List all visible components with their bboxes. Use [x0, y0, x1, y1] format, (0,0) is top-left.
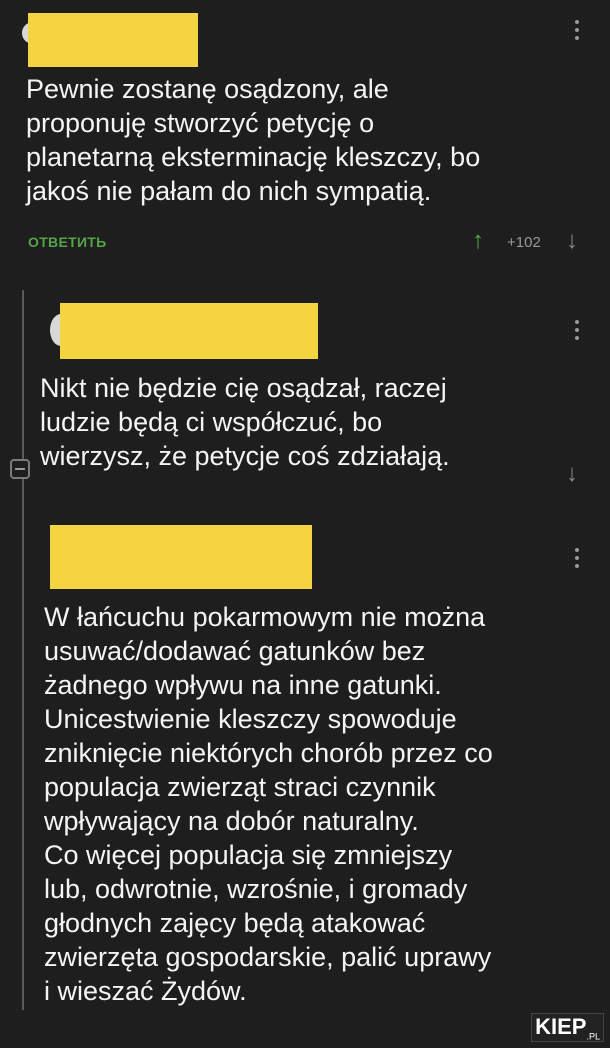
reply-button[interactable]: ОТВЕТИТЬ	[28, 234, 107, 250]
collapse-thread-icon[interactable]	[10, 459, 30, 479]
vote-score: +102	[507, 234, 541, 251]
comment-body: Nikt nie będzie cię osądzał, raczej ludz…	[40, 373, 450, 471]
more-options-icon[interactable]	[574, 20, 580, 44]
upvote-icon[interactable]: ↑	[472, 229, 484, 253]
username-redaction	[28, 13, 198, 67]
downvote-icon[interactable]: ↓	[566, 462, 578, 486]
comment-body: W łańcuchu pokarmowym nie można usuwać/d…	[44, 602, 493, 1006]
watermark-suffix: .PL	[586, 1031, 600, 1041]
username-redaction	[50, 525, 312, 589]
username-redaction	[60, 303, 318, 359]
downvote-icon[interactable]: ↓	[566, 229, 578, 253]
more-options-icon[interactable]	[574, 548, 580, 572]
comment-body: Pewnie zostanę osądzony, ale proponuję s…	[26, 74, 481, 206]
watermark-main: KIEP	[535, 1013, 587, 1039]
thread-line	[22, 290, 24, 1010]
more-options-icon[interactable]	[574, 320, 580, 344]
site-watermark: KIEP.PL	[531, 1012, 604, 1042]
